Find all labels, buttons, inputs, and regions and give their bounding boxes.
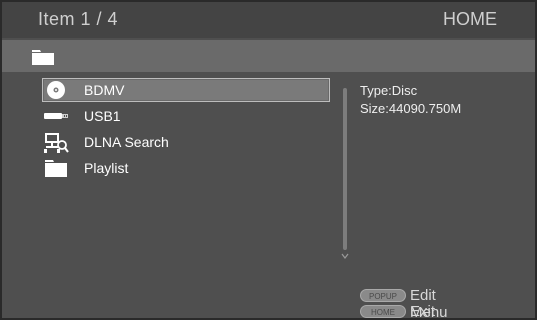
item-type: Type:Disc	[360, 83, 418, 98]
item-count: Item 1 / 4	[38, 9, 119, 29]
content-area: BDMV USB1 DLNA Search Playlist Type:Disc…	[2, 72, 535, 320]
path-bar	[2, 40, 535, 72]
home-title: HOME	[443, 9, 497, 29]
home-screen: Item 1 / 4 HOME BDMV USB1 DLNA Search Pl…	[0, 0, 537, 320]
list-item-label: DLNA Search	[84, 134, 169, 150]
list-item-bdmv[interactable]: BDMV	[42, 78, 330, 102]
scroll-down-arrow-icon[interactable]	[341, 248, 349, 259]
disc-icon	[42, 80, 70, 100]
dlna-search-icon	[42, 132, 70, 153]
popup-key-icon: POPUP	[360, 289, 406, 302]
home-action-label: Exit	[410, 303, 436, 320]
home-key-icon: HOME	[360, 305, 406, 318]
header-bar: Item 1 / 4 HOME	[2, 2, 535, 38]
item-info-panel: Type:Disc Size:44090.750M	[360, 82, 461, 118]
list-item-label: BDMV	[84, 82, 125, 98]
scrollbar-track[interactable]	[343, 88, 347, 250]
media-list: BDMV USB1 DLNA Search Playlist	[42, 78, 330, 182]
item-size: Size:44090.750M	[360, 101, 462, 116]
folder-icon	[32, 49, 54, 70]
folder-icon	[42, 158, 70, 178]
usb-icon	[42, 106, 70, 126]
list-item-playlist[interactable]: Playlist	[42, 156, 330, 180]
list-item-label: Playlist	[84, 160, 129, 176]
list-item-dlna-search[interactable]: DLNA Search	[42, 130, 330, 154]
scrollbar[interactable]	[341, 88, 349, 260]
list-item-label: USB1	[84, 108, 121, 124]
list-item-usb1[interactable]: USB1	[42, 104, 330, 128]
